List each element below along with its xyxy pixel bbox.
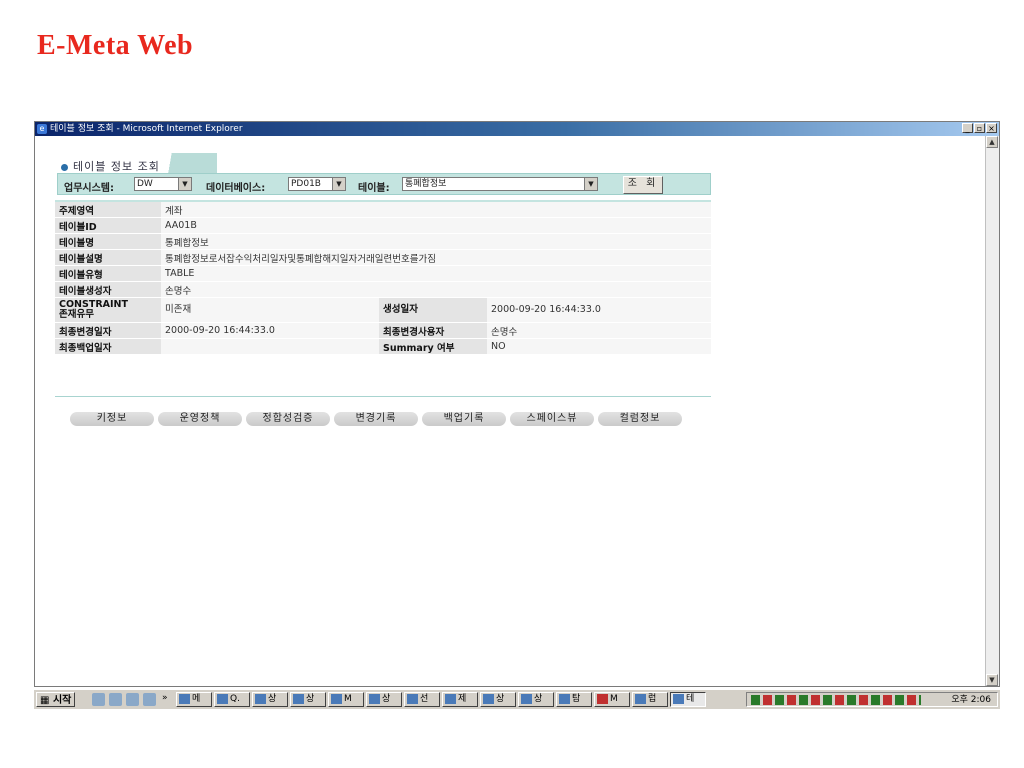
tab-change-history[interactable]: 변경기록: [334, 412, 418, 426]
constraint-label: CONSTRAINT 존재유무: [55, 297, 161, 323]
table-row: CONSTRAINT 존재유무 미존재 생성일자 2000-09-20 16:4…: [55, 297, 711, 323]
tab-column-info[interactable]: 컬럼정보: [598, 412, 682, 426]
table-label: 테이블:: [358, 183, 390, 194]
table-info-grid: 주제영역 계좌 테이블ID AA01B 테이블명 통폐합정보 테이블설명 통폐합…: [55, 202, 711, 355]
system-tray: 오후 2:06: [746, 692, 998, 707]
table-type-label: 테이블유형: [55, 265, 161, 282]
table-row: 주제영역 계좌: [55, 202, 711, 218]
system-label: 업무시스템:: [64, 183, 114, 194]
tab-key-info[interactable]: 키정보: [70, 412, 154, 426]
taskbar-item[interactable]: 상: [518, 692, 554, 707]
scroll-down-icon[interactable]: ▼: [986, 674, 998, 686]
quicklaunch-network-icon[interactable]: [126, 693, 139, 706]
table-id-label: 테이블ID: [55, 217, 161, 234]
taskbar-item[interactable]: M: [594, 692, 630, 707]
slide-title: E-Meta Web: [37, 30, 194, 61]
tab-backup-history[interactable]: 백업기록: [422, 412, 506, 426]
summary-label: Summary 여부: [379, 338, 487, 355]
vertical-scrollbar[interactable]: ▲ ▼: [985, 136, 999, 686]
taskbar-item[interactable]: 탐: [556, 692, 592, 707]
creator-value: 손명수: [161, 281, 711, 298]
taskbar-item[interactable]: M: [328, 692, 364, 707]
table-row: 테이블생성자 손명수: [55, 281, 711, 298]
query-button[interactable]: 조 회: [623, 176, 663, 194]
table-desc-label: 테이블설명: [55, 249, 161, 266]
taskbar-item[interactable]: 상: [480, 692, 516, 707]
maximize-button[interactable]: ▫: [974, 123, 985, 133]
modified-user-value: 손명수: [487, 322, 711, 339]
taskbar-item[interactable]: 메: [176, 692, 212, 707]
subject-area-label: 주제영역: [55, 202, 161, 218]
table-row: 최종변경일자 2000-09-20 16:44:33.0 최종변경사용자 손명수: [55, 322, 711, 339]
quicklaunch-ie-icon[interactable]: [92, 693, 105, 706]
creator-label: 테이블생성자: [55, 281, 161, 298]
chevron-down-icon: ▼: [332, 178, 345, 190]
section-title: 테이블 정보 조회: [73, 160, 160, 173]
ie-icon: e: [37, 124, 47, 134]
quicklaunch-edit-icon[interactable]: [109, 693, 122, 706]
summary-value: NO: [487, 338, 711, 355]
taskbar-item[interactable]: 상: [252, 692, 288, 707]
taskbar-item[interactable]: 상: [290, 692, 326, 707]
windows-logo-icon: ▦: [40, 695, 50, 706]
search-bar: 업무시스템: DW ▼ 데이터베이스: PD01B ▼ 테이블: 통폐합정보 ▼…: [57, 173, 711, 195]
table-id-value: AA01B: [161, 217, 711, 234]
subject-area-value: 계좌: [161, 202, 711, 218]
browser-window: e 테이블 정보 조회 - Microsoft Internet Explorer…: [34, 121, 1000, 687]
section-header: 테이블 정보 조회: [57, 153, 217, 175]
close-button[interactable]: ×: [986, 123, 997, 133]
table-name-label: 테이블명: [55, 233, 161, 250]
modified-date-value: 2000-09-20 16:44:33.0: [161, 322, 379, 339]
table-type-value: TABLE: [161, 265, 711, 282]
table-row: 테이블설명 통폐합정보로서잡수익처리일자및통폐합해지일자거래일련번호를가짐: [55, 249, 711, 266]
taskbar-item[interactable]: 럽: [632, 692, 668, 707]
quicklaunch-desktop-icon[interactable]: [143, 693, 156, 706]
bullet-icon: [61, 163, 68, 171]
backup-date-value: [161, 338, 379, 355]
table-row: 테이블ID AA01B: [55, 217, 711, 234]
table-select[interactable]: 통폐합정보 ▼: [402, 177, 598, 191]
window-title: 테이블 정보 조회 - Microsoft Internet Explorer: [50, 124, 243, 134]
tray-icons[interactable]: [751, 695, 921, 705]
chevron-down-icon: ▼: [584, 178, 597, 190]
start-button[interactable]: ▦ 시작: [36, 692, 76, 707]
table-desc-value: 통폐합정보로서잡수익처리일자및통폐합해지일자거래일련번호를가짐: [161, 249, 711, 266]
taskbar-item[interactable]: 제: [442, 692, 478, 707]
more-chevron-icon[interactable]: »: [162, 693, 168, 703]
taskbar-item-active[interactable]: 테: [670, 692, 706, 707]
detail-tabs: 키정보 운영정책 정합성검증 변경기록 백업기록 스페이스뷰 컬럼정보: [70, 412, 682, 426]
tab-operation-policy[interactable]: 운영정책: [158, 412, 242, 426]
modified-date-label: 최종변경일자: [55, 322, 161, 339]
chevron-down-icon: ▼: [178, 178, 191, 190]
tab-space-view[interactable]: 스페이스뷰: [510, 412, 594, 426]
created-date-value: 2000-09-20 16:44:33.0: [487, 297, 711, 323]
table-name-value: 통폐합정보: [161, 233, 711, 250]
window-titlebar[interactable]: e 테이블 정보 조회 - Microsoft Internet Explorer…: [35, 122, 999, 136]
database-label: 데이터베이스:: [206, 183, 266, 194]
taskbar: ▦ 시작 » 메 Q. 상 상 M 상 선 제 상 상 탐 M 럽 테 오후 2…: [34, 689, 1000, 709]
table-row: 최종백업일자 Summary 여부 NO: [55, 338, 711, 355]
backup-date-label: 최종백업일자: [55, 338, 161, 355]
table-row: 테이블유형 TABLE: [55, 265, 711, 282]
scroll-up-icon[interactable]: ▲: [986, 136, 998, 148]
constraint-value: 미존재: [161, 297, 379, 323]
table-row: 테이블명 통폐합정보: [55, 233, 711, 250]
database-select[interactable]: PD01B ▼: [288, 177, 346, 191]
taskbar-item[interactable]: Q.: [214, 692, 250, 707]
created-date-label: 생성일자: [379, 297, 487, 323]
modified-user-label: 최종변경사용자: [379, 322, 487, 339]
system-select[interactable]: DW ▼: [134, 177, 192, 191]
taskbar-item[interactable]: 상: [366, 692, 402, 707]
taskbar-item[interactable]: 선: [404, 692, 440, 707]
tab-integrity-check[interactable]: 정합성검증: [246, 412, 330, 426]
minimize-button[interactable]: _: [962, 123, 973, 133]
clock: 오후 2:06: [951, 695, 991, 705]
